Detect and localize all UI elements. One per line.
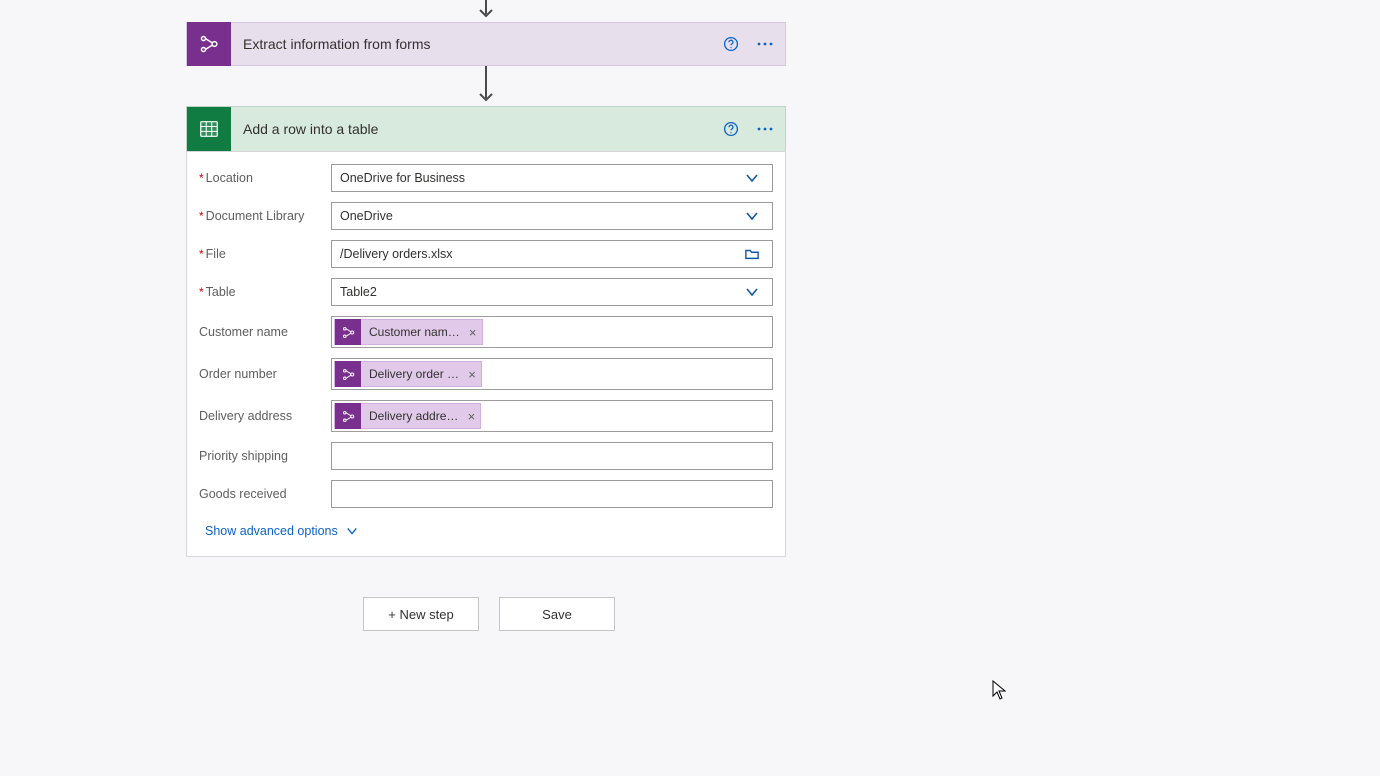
new-step-button[interactable]: + New step [363,597,479,631]
folder-icon[interactable] [740,247,764,261]
flow-canvas: Extract information from forms [0,0,1380,776]
add-row-step: Add a row into a table [186,106,786,557]
token-label: Delivery order … [361,367,463,381]
delivery-address-field[interactable]: Delivery addre… × [331,400,773,432]
flow-column: Extract information from forms [186,0,786,631]
delivery-address-token[interactable]: Delivery addre… × [334,403,481,429]
ai-builder-icon [335,361,361,387]
address-label: Delivery address [199,409,331,423]
customer-label: Customer name [199,325,331,339]
add-row-body: *Location OneDrive for Business *Documen… [186,151,786,557]
table-label: *Table [199,285,331,299]
goods-label: Goods received [199,487,331,501]
goods-received-field[interactable] [331,480,773,508]
token-remove-icon[interactable]: × [464,320,482,344]
table-select[interactable]: Table2 [331,278,773,306]
token-remove-icon[interactable]: × [462,404,480,428]
priority-label: Priority shipping [199,449,331,463]
connector-arrow [186,0,786,22]
file-label: *File [199,247,331,261]
chevron-down-icon [740,285,764,299]
action-bar: + New step Save [354,597,624,631]
location-select[interactable]: OneDrive for Business [331,164,773,192]
customer-name-token[interactable]: Customer nam… × [334,319,483,345]
ai-builder-icon [335,319,361,345]
show-advanced-options[interactable]: Show advanced options [199,520,364,542]
cursor-icon [992,680,1006,700]
help-icon[interactable] [717,30,745,58]
chevron-down-icon [740,209,764,223]
order-number-field[interactable]: Delivery order … × [331,358,773,390]
token-label: Delivery addre… [361,409,462,423]
add-row-header[interactable]: Add a row into a table [186,106,786,151]
more-menu-icon[interactable] [751,115,779,143]
doclib-label: *Document Library [199,209,331,223]
extract-forms-title: Extract information from forms [231,36,717,52]
connector-arrow [186,66,786,106]
order-label: Order number [199,367,331,381]
excel-icon [187,107,231,151]
file-picker[interactable]: /Delivery orders.xlsx [331,240,773,268]
token-label: Customer nam… [361,325,464,339]
help-icon[interactable] [717,115,745,143]
extract-forms-step[interactable]: Extract information from forms [186,22,786,66]
order-number-token[interactable]: Delivery order … × [334,361,482,387]
save-button[interactable]: Save [499,597,615,631]
token-remove-icon[interactable]: × [463,362,481,386]
add-row-title: Add a row into a table [231,121,717,137]
customer-name-field[interactable]: Customer nam… × [331,316,773,348]
doclib-select[interactable]: OneDrive [331,202,773,230]
ai-builder-icon [187,22,231,66]
location-label: *Location [199,171,331,185]
chevron-down-icon [740,171,764,185]
priority-shipping-field[interactable] [331,442,773,470]
more-menu-icon[interactable] [751,30,779,58]
ai-builder-icon [335,403,361,429]
